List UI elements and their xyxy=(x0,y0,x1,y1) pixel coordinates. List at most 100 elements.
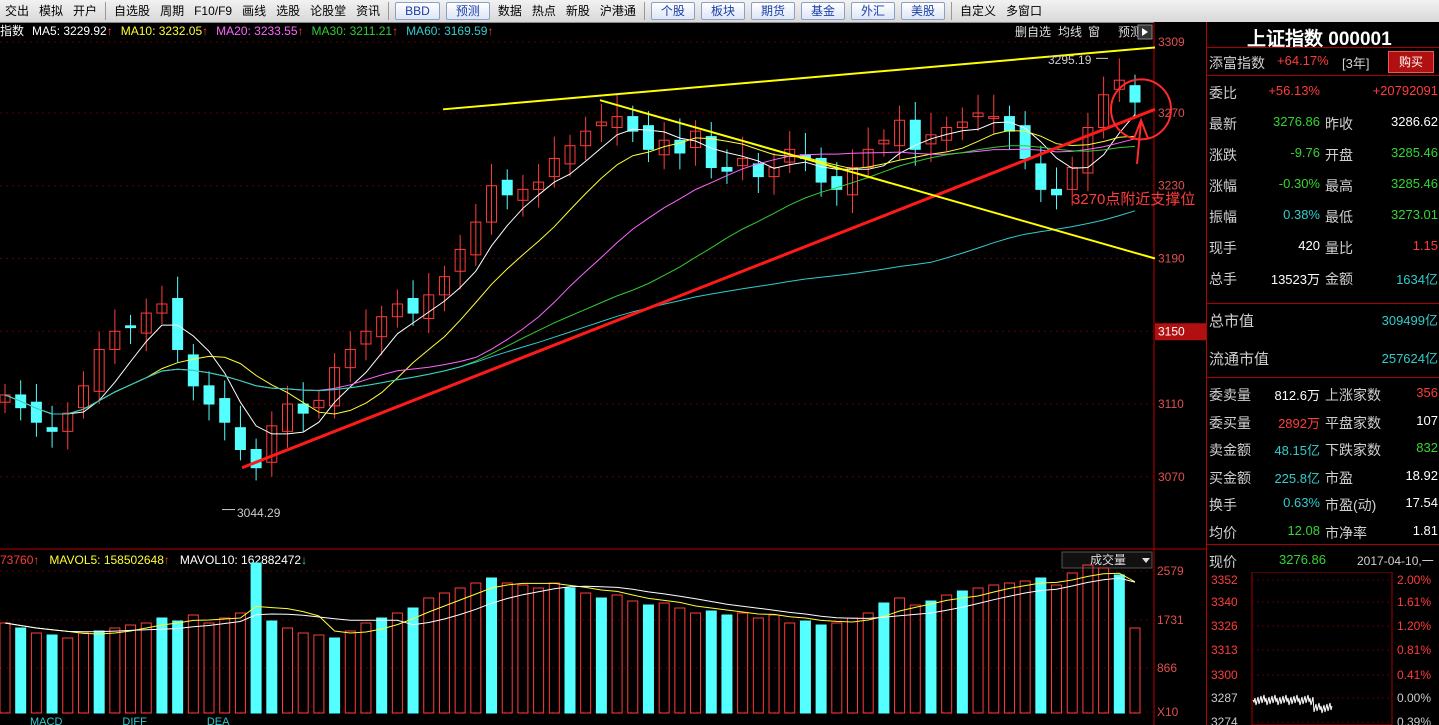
toolbar-item[interactable]: 板块 xyxy=(700,2,745,20)
toolbar-item[interactable]: 论股堂 xyxy=(305,0,351,22)
candle-body xyxy=(46,427,58,432)
toolbar-item[interactable]: 周期 xyxy=(155,0,189,22)
chart-tool-1[interactable]: 均线 xyxy=(1058,25,1082,39)
low-label: 3044.29 xyxy=(237,506,281,520)
toolbar-item[interactable]: BBD xyxy=(395,2,440,20)
mini-left-label: 3352 xyxy=(1211,573,1238,587)
ma-label: MA60: 3169.59 xyxy=(406,24,488,38)
market-cap-row: 总市值 309499亿 xyxy=(1207,306,1439,330)
chart-tool-0[interactable]: 删自选 xyxy=(1015,25,1051,39)
candle-body xyxy=(297,403,309,414)
volume-bar xyxy=(1113,574,1125,714)
toolbar-item[interactable]: 外汇 xyxy=(850,2,895,20)
quote-row: 总手 13523万 金额 1634亿 xyxy=(1207,265,1439,289)
ma-label: MA5: 3229.92 xyxy=(32,24,107,38)
toolbar-item[interactable]: 基金 xyxy=(800,2,845,20)
toolbar-item[interactable]: 个股 xyxy=(650,2,695,20)
quote-value-2: 17.54 xyxy=(1405,495,1438,510)
volume-axis-label: X10 xyxy=(1157,705,1179,719)
toolbar-item[interactable]: 沪港通 xyxy=(595,0,641,22)
toolbar-item[interactable]: 资讯 xyxy=(351,0,385,22)
quote-label: 振幅 xyxy=(1209,209,1237,225)
volume-bar xyxy=(690,612,702,714)
main-toolbar: 交出 模拟 开户 自选股 周期 F10/F9 画线 选股 论股堂 资讯 BBD 预测 数据 热点 新股 沪港通… xyxy=(0,0,1439,23)
toolbar-item[interactable]: 数据 xyxy=(493,0,527,22)
toolbar-item[interactable]: 画线 xyxy=(237,0,271,22)
toolbar-item[interactable]: 自选股 xyxy=(109,0,155,22)
candle-body xyxy=(721,167,733,172)
volume-bar xyxy=(1003,582,1015,714)
ma-header: 指数 MA5: 3229.92↑ MA10: 3232.05↑ MA20: 3233.… xyxy=(0,23,493,38)
toolbar-item[interactable]: 交出 xyxy=(0,0,34,22)
quote-row: 均价 12.08 市净率 1.81 xyxy=(1207,519,1439,543)
volume-header-label: MAVOL10: 162882472 xyxy=(180,553,302,567)
volume-bar xyxy=(93,630,105,714)
toolbar-item[interactable]: 开户 xyxy=(68,0,102,22)
support-annotation: 3270点附近支撑位 xyxy=(1072,191,1195,208)
toolbar-item[interactable]: 自定义 xyxy=(955,0,1001,22)
volume-bar xyxy=(674,607,686,714)
quote-value-2: 1.15 xyxy=(1412,238,1438,253)
volume-bar xyxy=(62,637,74,714)
volume-bar xyxy=(862,612,874,714)
volume-bar xyxy=(438,592,450,714)
tianfu-label: 添富指数 xyxy=(1209,55,1265,71)
candle-body xyxy=(30,401,42,423)
market-cap-value: 309499亿 xyxy=(1381,313,1438,328)
mini-right-label: 0.81% xyxy=(1397,643,1431,657)
toolbar-item[interactable]: 预测 xyxy=(445,2,490,20)
volume-bar xyxy=(313,634,325,714)
volume-axis-label: 866 xyxy=(1157,661,1177,675)
volume-bar xyxy=(595,597,607,714)
volume-bar xyxy=(815,624,827,714)
tianfu-period: [3年] xyxy=(1342,56,1370,71)
candle-body xyxy=(1035,163,1047,190)
toolbar-item[interactable]: 美股 xyxy=(901,2,946,20)
chart-tool-2[interactable]: 窗 xyxy=(1088,25,1100,39)
volume-bar xyxy=(501,582,513,714)
volume-bar xyxy=(329,637,341,714)
volume-bar xyxy=(533,587,545,714)
candle-body xyxy=(642,125,654,150)
high-label: 3295.19 xyxy=(1048,53,1092,67)
trendline-red[interactable] xyxy=(241,107,1156,470)
quote-row: 委比 +56.13% +20792091 xyxy=(1207,79,1439,103)
mini-right-label: 0.00% xyxy=(1397,691,1431,705)
buy-button[interactable]: 购买 xyxy=(1388,51,1434,73)
quote-label-2: 市盈 xyxy=(1325,469,1353,486)
toolbar-item[interactable]: 多窗口 xyxy=(1001,0,1047,22)
mini-left-label: 3274 xyxy=(1211,715,1238,725)
toolbar-item[interactable]: 热点 xyxy=(527,0,561,22)
candle-body xyxy=(1051,188,1063,196)
quote-label: 换手 xyxy=(1209,497,1237,513)
quote-row: 卖金额 48.15亿 下跌家数 832 xyxy=(1207,436,1439,460)
toolbar-item[interactable]: F10/F9 xyxy=(189,0,237,22)
toolbar-separator xyxy=(388,2,390,20)
volume-bar xyxy=(423,597,435,714)
quote-value-2: 832 xyxy=(1416,440,1438,455)
toolbar-separator xyxy=(643,2,645,20)
toolbar-item[interactable]: 新股 xyxy=(561,0,595,22)
quote-label-2: 昨收 xyxy=(1325,116,1353,132)
volume-bar xyxy=(46,634,58,714)
header-prefix: 指数 xyxy=(0,23,24,38)
quote-row: 振幅 0.38% 最低 3273.01 xyxy=(1207,203,1439,227)
volume-bar xyxy=(391,612,403,714)
volume-bar xyxy=(282,627,293,714)
volume-bar xyxy=(878,602,890,714)
quote-value: +56.13% xyxy=(1268,83,1320,98)
quote-value-2: 356 xyxy=(1416,385,1438,400)
toolbar-item[interactable]: 选股 xyxy=(271,0,305,22)
volume-bar xyxy=(172,620,184,714)
quote-label: 买金额 xyxy=(1209,469,1251,486)
quote-value: 0.38% xyxy=(1283,207,1320,222)
volume-bar xyxy=(705,610,717,714)
volume-bar xyxy=(988,584,1000,714)
ma-arrow: ↑ xyxy=(487,24,493,38)
price-label: 现价 xyxy=(1209,554,1237,570)
volume-axis-label: 1731 xyxy=(1157,613,1184,627)
toolbar-item[interactable]: 模拟 xyxy=(34,0,68,22)
quote-panel: 上证指数 000001 添富指数 +64.17% [3年] 购买 委比 +56.… xyxy=(1206,22,1439,725)
toolbar-item[interactable]: 期货 xyxy=(750,2,795,20)
quote-label: 委买量 xyxy=(1209,414,1251,431)
